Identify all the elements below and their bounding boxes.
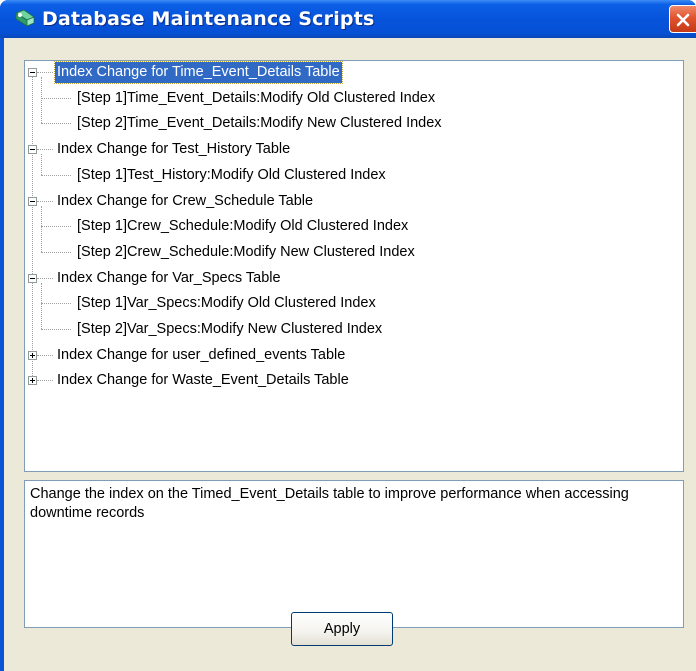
tree-connector [32,77,33,377]
window-title: Database Maintenance Scripts [42,8,375,30]
tree-node-label[interactable]: Index Change for user_defined_events Tab… [55,345,347,366]
dialog-client-area: Index Change for Time_Event_Details Tabl… [4,38,696,671]
tree-child-label[interactable]: [Step 2]Var_Specs:Modify New Clustered I… [75,319,384,340]
collapse-icon[interactable] [28,145,37,155]
tree-connector [41,251,71,253]
close-icon [676,13,690,27]
tree-connector [41,174,71,176]
tree-connector [41,303,71,305]
tree-child-label[interactable]: [Step 1]Test_History:Modify Old Clustere… [75,165,388,186]
tree-connector [41,77,42,124]
title-bar[interactable]: Database Maintenance Scripts [0,0,696,38]
tree-connector [37,380,53,382]
tree-child-label[interactable]: [Step 1]Var_Specs:Modify Old Clustered I… [75,293,378,314]
tree-node-label[interactable]: Index Change for Test_History Table [55,139,292,160]
collapse-icon[interactable] [28,273,37,283]
tree-node-label[interactable]: Index Change for Crew_Schedule Table [55,191,315,212]
tree-connector [37,149,53,151]
tree-connector [37,277,53,279]
pane-splitter[interactable] [24,472,684,480]
tree-child-label[interactable]: [Step 2]Time_Event_Details:Modify New Cl… [75,113,444,134]
tree-connector [37,354,53,356]
database-scripts-icon [14,9,36,29]
tree-node-label[interactable]: Index Change for Waste_Event_Details Tab… [55,370,351,391]
tree-connector [41,329,71,330]
tree-node-label[interactable]: Index Change for Var_Specs Table [55,268,283,289]
tree-connector [37,200,53,202]
tree-connector [41,97,71,99]
close-button[interactable] [669,5,696,33]
collapse-icon[interactable] [28,196,37,206]
tree-connector [37,72,53,73]
collapse-icon[interactable] [28,68,37,77]
dialog-window: Database Maintenance Scripts Index Chang… [0,0,696,671]
apply-button[interactable]: Apply [291,612,393,646]
tree-child-label[interactable]: [Step 2]Crew_Schedule:Modify New Cluster… [75,242,417,263]
tree-connector [41,154,42,175]
tree-connector [41,205,42,252]
scripts-tree-view[interactable]: Index Change for Time_Event_Details Tabl… [24,60,684,472]
expand-icon[interactable] [28,350,37,360]
tree-connector [41,123,71,125]
tree-connector [41,226,71,228]
expand-icon[interactable] [28,376,37,386]
tree-connector [41,282,42,329]
tree-child-label[interactable]: [Step 1]Crew_Schedule:Modify Old Cluster… [75,216,410,237]
tree-child-label[interactable]: [Step 1]Time_Event_Details:Modify Old Cl… [75,88,437,109]
script-description: Change the index on the Timed_Event_Deta… [24,480,684,628]
tree-node-label[interactable]: Index Change for Time_Event_Details Tabl… [54,61,343,84]
